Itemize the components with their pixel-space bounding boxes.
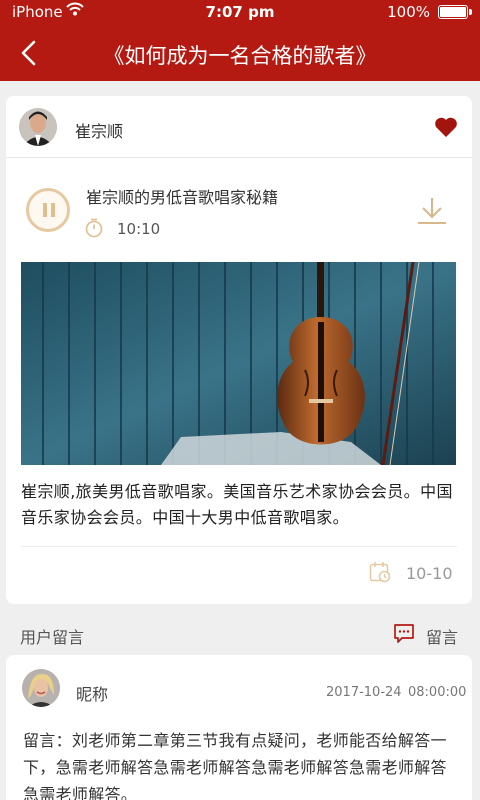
track-duration: 10:10 [117,220,161,238]
timer-icon [85,218,103,238]
download-icon[interactable] [416,196,448,226]
commenter-avatar[interactable] [22,669,60,707]
calendar-icon [369,562,391,583]
track-title: 崔宗顺的男低音歌唱家秘籍 [86,188,279,207]
heart-icon[interactable] [434,116,458,138]
comment-text: 留言：刘老师第二章第三节我有点疑问，老师能否给解答一下，急需老师解答急需老师解答… [23,731,447,800]
comment-time: 08:00:00 [408,685,467,700]
comment-card: 昵称 2017-10-24 08:00:00 留言：刘老师第二章第三节我有点疑问… [6,655,472,800]
battery-icon [438,5,472,19]
comments-section-header: 用户留言 留言 [0,612,480,654]
post-date: 10-10 [406,564,453,583]
lesson-card: 崔宗顺 崔宗顺的男低音歌唱家秘籍 10:10 崔宗顺,旅美男低音歌唱家。美国音乐… [6,96,472,604]
back-arrow-icon[interactable] [14,36,42,70]
page-title: 《如何成为一名合格的歌者》 [103,44,377,68]
divider [21,546,457,547]
comment-date: 2017-10-24 [326,685,402,700]
message-icon[interactable] [393,622,415,644]
app-header: iPhone 7:07 pm 100% 《如何成为一名合格的歌者》 [0,0,480,81]
lesson-description: 崔宗顺,旅美男低音歌唱家。美国音乐艺术家协会会员。中国音乐家协会会员。中国十大男… [21,482,453,527]
leave-message-button[interactable]: 留言 [426,624,458,648]
status-bar: iPhone 7:07 pm 100% [0,0,480,24]
author-row: 崔宗顺 [6,96,472,158]
author-name: 崔宗顺 [75,122,124,141]
commenter-nickname: 昵称 [76,685,109,704]
pause-button[interactable] [26,188,70,232]
battery-percent: 100% [387,3,430,21]
lesson-cover-image [21,262,456,465]
comments-title: 用户留言 [20,628,85,647]
author-avatar[interactable] [19,108,57,146]
